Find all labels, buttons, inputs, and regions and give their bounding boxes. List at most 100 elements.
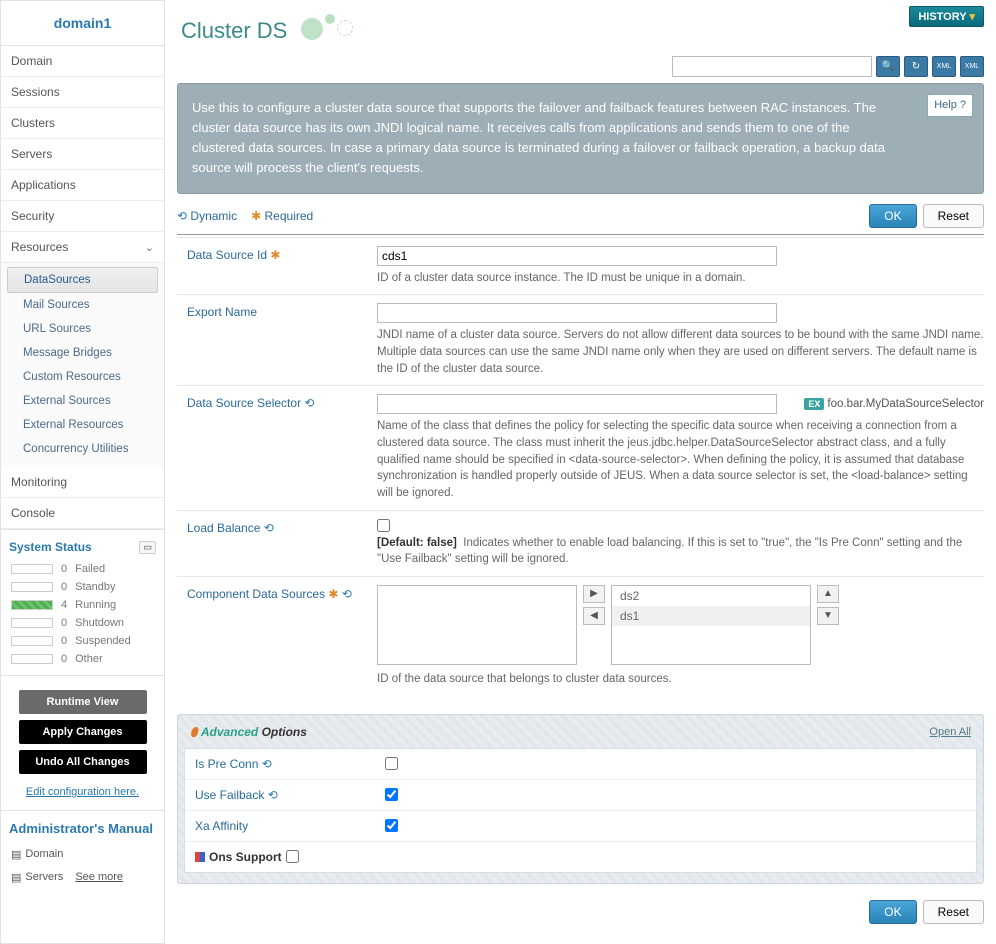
- label-load-balance: Load Balance: [187, 521, 260, 535]
- xml-export-icon[interactable]: XML: [960, 56, 984, 77]
- required-icon: ✱: [328, 587, 338, 601]
- legend-dynamic: Dynamic: [190, 209, 237, 223]
- subnav-url-sources[interactable]: URL Sources: [1, 317, 164, 341]
- label-data-source-id: Data Source Id: [187, 248, 267, 262]
- apply-changes-button[interactable]: Apply Changes: [19, 720, 147, 744]
- checkbox-use-failback[interactable]: [385, 788, 398, 801]
- nav-clusters[interactable]: Clusters: [1, 108, 164, 139]
- status-standby: 0Standby: [1, 578, 164, 596]
- domain-title[interactable]: domain1: [1, 1, 164, 46]
- see-more-link[interactable]: See more: [75, 871, 123, 883]
- list-item[interactable]: ds1: [612, 606, 810, 626]
- dynamic-icon: ⟲: [262, 757, 272, 771]
- dynamic-icon: ⟲: [268, 788, 278, 802]
- manual-domain[interactable]: ▤Domain: [1, 843, 164, 866]
- dynamic-icon: ⟲: [177, 209, 187, 223]
- input-export-name[interactable]: [377, 303, 777, 323]
- status-running: 4Running: [1, 596, 164, 614]
- help-export-name: JNDI name of a cluster data source. Serv…: [377, 327, 984, 377]
- nav-sessions[interactable]: Sessions: [1, 77, 164, 108]
- checkbox-load-balance[interactable]: [377, 519, 390, 532]
- nav-console[interactable]: Console: [1, 498, 164, 529]
- advanced-title: ⬮ Advanced Options: [190, 725, 307, 740]
- laptop-icon[interactable]: ▭: [139, 541, 156, 554]
- nav-applications[interactable]: Applications: [1, 170, 164, 201]
- ok-button-top[interactable]: OK: [869, 204, 916, 228]
- input-data-source-id[interactable]: [377, 246, 777, 266]
- sidebar: domain1 Domain Sessions Clusters Servers…: [0, 0, 165, 944]
- subnav-external-sources[interactable]: External Sources: [1, 389, 164, 413]
- row-is-pre-conn: Is Pre Conn ⟲: [185, 749, 976, 779]
- default-load-balance: [Default: false]: [377, 537, 457, 549]
- reset-button-top[interactable]: Reset: [923, 204, 984, 228]
- edit-config-link[interactable]: Edit configuration here.: [1, 780, 164, 810]
- row-data-source-id: Data Source Id ✱ ID of a cluster data so…: [177, 237, 984, 295]
- move-up-button[interactable]: ▲: [817, 585, 839, 603]
- status-shutdown: 0Shutdown: [1, 614, 164, 632]
- search-input[interactable]: [672, 56, 872, 77]
- xml-import-icon[interactable]: XML: [932, 56, 956, 77]
- chevron-down-icon: ▾: [969, 11, 975, 23]
- flag-icon: [195, 852, 205, 862]
- book-icon: ▤: [11, 871, 21, 884]
- nav-servers[interactable]: Servers: [1, 139, 164, 170]
- help-button[interactable]: Help ?: [927, 94, 973, 117]
- dynamic-icon: ⟲: [264, 521, 274, 535]
- input-selector[interactable]: [377, 394, 777, 414]
- available-list[interactable]: [377, 585, 577, 665]
- subnav-external-resources[interactable]: External Resources: [1, 413, 164, 437]
- checkbox-xa-affinity[interactable]: [385, 819, 398, 832]
- warning-icon: ⬮: [190, 725, 198, 739]
- example-icon: EX: [804, 398, 824, 410]
- dynamic-icon: ⟲: [342, 587, 352, 601]
- system-status-title: System Status ▭: [1, 529, 164, 560]
- move-left-button[interactable]: ◀: [583, 607, 605, 625]
- nav-domain[interactable]: Domain: [1, 46, 164, 77]
- reset-button-bottom[interactable]: Reset: [923, 900, 984, 924]
- subnav-custom-resources[interactable]: Custom Resources: [1, 365, 164, 389]
- book-icon: ▤: [11, 848, 21, 861]
- open-all-link[interactable]: Open All: [929, 726, 971, 738]
- history-button[interactable]: HISTORY ▾: [909, 6, 984, 27]
- help-data-source-id: ID of a cluster data source instance. Th…: [377, 270, 984, 287]
- legend: ⟲ Dynamic ✱ Required: [177, 209, 313, 223]
- nav-resources[interactable]: Resources ⌄: [1, 232, 164, 263]
- nav-security[interactable]: Security: [1, 201, 164, 232]
- move-right-button[interactable]: ▶: [583, 585, 605, 603]
- ok-button-bottom[interactable]: OK: [869, 900, 916, 924]
- selected-list[interactable]: ds2 ds1: [611, 585, 811, 665]
- row-load-balance: Load Balance ⟲ [Default: false] Indicate…: [177, 510, 984, 576]
- status-failed: 0Failed: [1, 560, 164, 578]
- checkbox-is-pre-conn[interactable]: [385, 757, 398, 770]
- nav-monitoring[interactable]: Monitoring: [1, 467, 164, 498]
- subnav-message-bridges[interactable]: Message Bridges: [1, 341, 164, 365]
- subnav-concurrency-utilities[interactable]: Concurrency Utilities: [1, 437, 164, 461]
- row-ons-support[interactable]: Ons Support: [185, 841, 976, 872]
- main-content: HISTORY ▾ Cluster DS 🔍 ↻ XML XML Use thi…: [165, 0, 996, 944]
- dynamic-icon: ⟲: [304, 396, 314, 410]
- manual-servers[interactable]: ▤ServersSee more: [1, 866, 164, 889]
- legend-required: Required: [265, 209, 314, 223]
- row-xa-affinity: Xa Affinity: [185, 810, 976, 841]
- checkbox-ons-support[interactable]: [286, 850, 299, 863]
- decorative-bubbles: [299, 16, 369, 46]
- refresh-icon[interactable]: ↻: [904, 56, 928, 77]
- help-load-balance: Indicates whether to enable load balanci…: [377, 537, 962, 566]
- manual-title: Administrator's Manual: [1, 810, 164, 843]
- label-is-pre-conn: Is Pre Conn: [195, 757, 258, 771]
- undo-all-button[interactable]: Undo All Changes: [19, 750, 147, 774]
- search-icon[interactable]: 🔍: [876, 56, 900, 77]
- subnav-mail-sources[interactable]: Mail Sources: [1, 293, 164, 317]
- status-suspended: 0Suspended: [1, 632, 164, 650]
- label-xa-affinity: Xa Affinity: [195, 819, 248, 833]
- help-component-ds: ID of the data source that belongs to cl…: [377, 671, 984, 688]
- list-item[interactable]: ds2: [612, 586, 810, 606]
- label-use-failback: Use Failback: [195, 788, 264, 802]
- subnav-data-sources[interactable]: DataSources: [7, 267, 158, 293]
- page-title: Cluster DS: [177, 0, 984, 56]
- move-down-button[interactable]: ▼: [817, 607, 839, 625]
- row-use-failback: Use Failback ⟲: [185, 779, 976, 810]
- example-selector: foo.bar.MyDataSourceSelector: [827, 398, 984, 410]
- runtime-view-button[interactable]: Runtime View: [19, 690, 147, 714]
- row-export-name: Export Name JNDI name of a cluster data …: [177, 294, 984, 385]
